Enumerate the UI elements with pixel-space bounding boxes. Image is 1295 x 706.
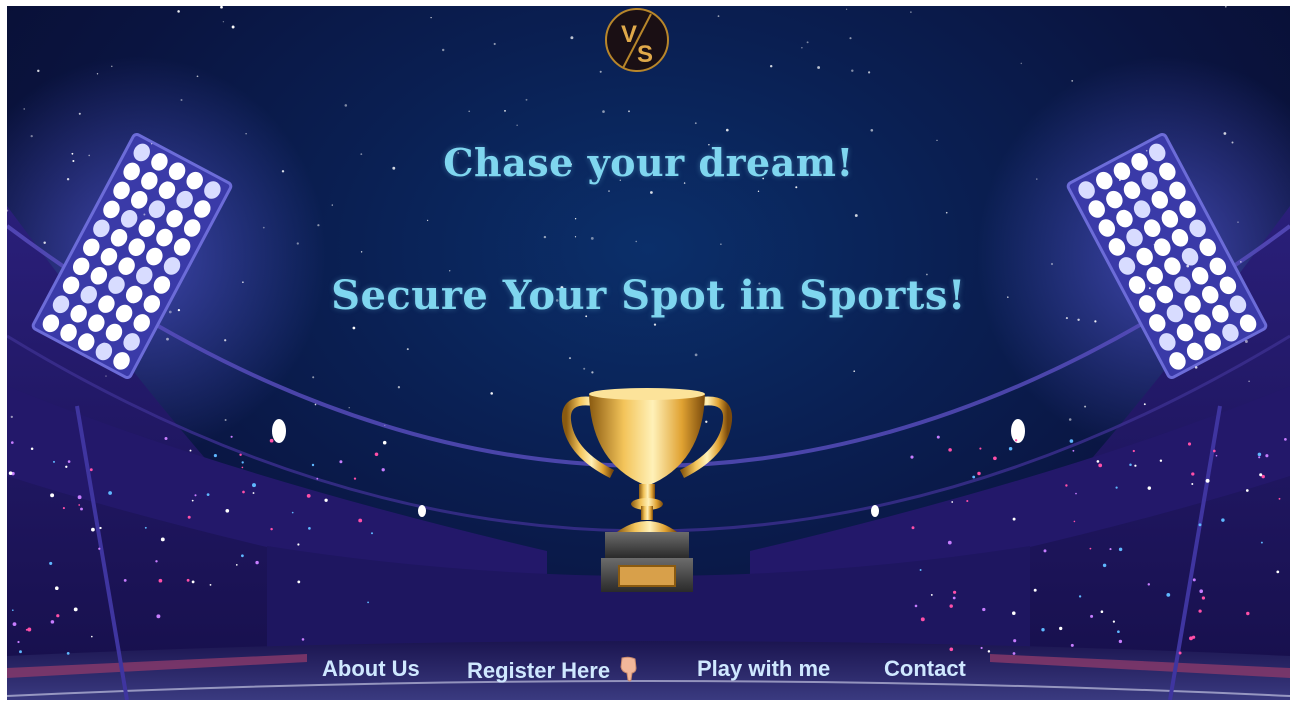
trophy-icon — [561, 388, 733, 592]
nav-register-here[interactable]: Register Here — [467, 656, 640, 684]
bottom-nav: About Us Register Here Play with me Cont… — [7, 656, 1290, 690]
nav-register-label: Register Here — [467, 658, 611, 683]
floodlight-bulbs — [42, 143, 1257, 370]
hero-subheadline: Secure Your Spot in Sports! — [331, 272, 966, 319]
svg-text:V: V — [621, 21, 637, 48]
vs-logo-icon[interactable]: V S — [603, 6, 671, 74]
stadium-hero: V S Chase your dream! Secure Your Spot i… — [7, 6, 1290, 700]
nav-about-us[interactable]: About Us — [322, 656, 420, 682]
nav-play-with-me[interactable]: Play with me — [697, 656, 830, 682]
pointing-down-hand-icon — [620, 656, 637, 682]
nav-contact[interactable]: Contact — [884, 656, 966, 682]
hero-headline: Chase your dream! — [443, 140, 854, 185]
svg-text:S: S — [637, 41, 653, 68]
